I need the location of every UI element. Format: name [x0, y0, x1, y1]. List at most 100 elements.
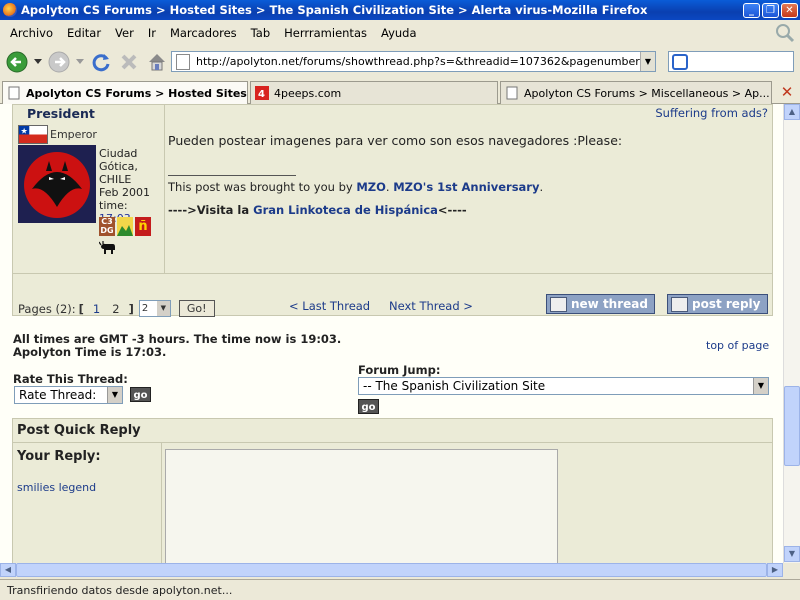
rate-thread-value: Rate Thread: — [19, 388, 97, 402]
menu-ayuda[interactable]: Ayuda — [374, 26, 424, 40]
enye-badge-icon: ñ — [135, 217, 151, 236]
firefox-icon — [3, 3, 17, 17]
menu-marcadores[interactable]: Marcadores — [163, 26, 244, 40]
tab-apolyton-misc[interactable]: Apolyton CS Forums > Miscellaneous > Ap.… — [500, 81, 772, 104]
post-reply-icon — [671, 296, 688, 312]
page-icon — [176, 53, 190, 70]
rate-thread: Rate This Thread: — [13, 372, 128, 386]
scroll-right-icon[interactable]: ▶ — [767, 563, 783, 577]
divider — [161, 443, 162, 576]
menu-tab[interactable]: Tab — [244, 26, 277, 40]
chevron-down-icon — [76, 59, 84, 64]
menu-bar: Archivo Editar Ver Ir Marcadores Tab Her… — [0, 22, 800, 44]
new-thread-button[interactable]: new thread — [546, 294, 655, 314]
4peeps-icon: 4 — [255, 86, 269, 100]
thread-action-bar: Pages (2): [ 1 2 ] 2 ▼ Go! < Last Thread… — [13, 273, 772, 317]
back-history-dropdown[interactable] — [32, 49, 44, 75]
menu-herramientas[interactable]: Herrramientas — [277, 26, 374, 40]
forward-history-dropdown[interactable] — [74, 49, 86, 75]
rate-thread-label: Rate This Thread: — [13, 372, 128, 386]
scroll-down-icon[interactable]: ▼ — [784, 546, 800, 562]
window-title: Apolyton CS Forums > Hosted Sites > The … — [21, 3, 648, 17]
post-reply-button[interactable]: post reply — [667, 294, 768, 314]
post: President Emperor Ciudad Gótica, CHILE F… — [12, 104, 773, 317]
vertical-scroll-thumb[interactable] — [784, 386, 800, 466]
minimize-button[interactable]: _ — [743, 2, 760, 18]
new-thread-label: new thread — [571, 297, 648, 311]
tab-apolyton-hosted[interactable]: Apolyton CS Forums > Hosted Sites ... — [2, 81, 248, 104]
menu-archivo[interactable]: Archivo — [3, 26, 60, 40]
rate-thread-select[interactable]: Rate Thread: ▼ — [14, 386, 123, 404]
mzo-anniversary-link[interactable]: MZO's 1st Anniversary — [393, 180, 539, 194]
post-message: Pueden postear imagenes para ver como so… — [168, 133, 623, 148]
next-thread-link[interactable]: Next Thread > — [389, 299, 473, 313]
close-window-button[interactable]: ✕ — [781, 2, 798, 18]
linkoteca-link[interactable]: Gran Linkoteca de Hispánica — [253, 203, 438, 217]
author-location-3: CHILE — [99, 173, 132, 186]
page-select[interactable]: 2 ▼ — [138, 300, 171, 317]
horizontal-scrollbar[interactable]: ◀ ▶ — [0, 563, 783, 577]
url-text[interactable]: http://apolyton.net/forums/showthread.ph… — [196, 55, 640, 68]
url-bar[interactable]: http://apolyton.net/forums/showthread.ph… — [171, 51, 656, 72]
top-of-page-link[interactable]: top of page — [706, 339, 769, 352]
forum-jump-value: -- The Spanish Civilization Site — [363, 379, 546, 393]
forward-button[interactable] — [46, 49, 72, 75]
c3dg-badge-icon: C3 DG — [99, 217, 115, 236]
smilies-legend-link[interactable]: smilies legend — [17, 481, 96, 494]
back-button[interactable] — [4, 49, 30, 75]
scroll-up-icon[interactable]: ▲ — [784, 104, 800, 120]
page-link-1[interactable]: 1 — [93, 302, 100, 316]
menu-ver[interactable]: Ver — [108, 26, 141, 40]
url-history-dropdown[interactable]: ▼ — [640, 52, 655, 71]
your-reply-label: Your Reply: — [17, 449, 101, 464]
forum-jump-go-button[interactable]: go — [358, 399, 379, 414]
rate-go-button[interactable]: go — [130, 387, 151, 402]
quick-reply-header: Post Quick Reply — [13, 419, 772, 443]
window-titlebar: Apolyton CS Forums > Hosted Sites > The … — [0, 0, 800, 20]
page-content: President Emperor Ciudad Gótica, CHILE F… — [0, 104, 783, 576]
page-go-button[interactable]: Go! — [178, 300, 215, 317]
chevron-down-icon: ▼ — [156, 301, 170, 316]
navigation-toolbar: http://apolyton.net/forums/showthread.ph… — [0, 46, 800, 78]
mzo-link[interactable]: MZO — [356, 180, 386, 194]
menu-ir[interactable]: Ir — [141, 26, 163, 40]
google-icon — [672, 54, 688, 70]
maximize-button[interactable]: ❐ — [762, 2, 779, 18]
signature-separator — [168, 175, 296, 176]
close-tab-icon[interactable]: ✕ — [778, 83, 796, 101]
home-button[interactable] — [144, 49, 170, 75]
landscape-badge-icon — [117, 217, 133, 236]
scroll-left-icon[interactable]: ◀ — [0, 563, 16, 577]
tab-label: Apolyton CS Forums > Hosted Sites ... — [26, 86, 248, 100]
tab-label: 4peeps.com — [274, 86, 342, 100]
horizontal-scroll-thumb[interactable] — [16, 563, 767, 577]
tab-4peeps[interactable]: 4 4peeps.com — [250, 81, 498, 104]
forum-jump-select[interactable]: -- The Spanish Civilization Site ▼ — [358, 377, 769, 395]
signature-text: <---- — [437, 203, 467, 217]
author-location-1: Ciudad — [99, 147, 138, 160]
bracket-close: ] — [128, 301, 134, 316]
page-select-value: 2 — [141, 303, 149, 314]
reload-icon — [92, 54, 110, 72]
stop-button[interactable] — [116, 49, 142, 75]
new-thread-icon — [550, 296, 567, 312]
apolyton-time: Apolyton Time is 17:03. — [13, 345, 167, 359]
author-joined: Feb 2001 — [99, 186, 150, 199]
author-location-2: Gótica, — [99, 160, 138, 173]
signature-line-2: ---->Visita la Gran Linkoteca de Hispáni… — [168, 203, 766, 217]
status-bar: Transfiriendo datos desde apolyton.net..… — [0, 579, 800, 600]
reload-button[interactable] — [88, 49, 114, 75]
reply-textarea[interactable] — [165, 449, 558, 576]
page-icon — [506, 86, 518, 100]
author-name[interactable]: President — [27, 106, 95, 121]
menu-editar[interactable]: Editar — [60, 26, 108, 40]
signature-line-1: This post was brought to you by MZO. MZO… — [168, 180, 766, 194]
chevron-down-icon: ▼ — [753, 378, 768, 394]
vertical-scrollbar[interactable]: ▲ ▼ — [783, 104, 800, 563]
search-box[interactable] — [668, 51, 794, 72]
time-info: All times are GMT -3 hours. The time now… — [13, 333, 341, 359]
last-thread-link[interactable]: < Last Thread — [289, 299, 370, 313]
bracket-open: [ — [78, 301, 84, 316]
throbber-icon — [776, 24, 795, 43]
ads-link[interactable]: Suffering from ads? — [655, 106, 768, 120]
